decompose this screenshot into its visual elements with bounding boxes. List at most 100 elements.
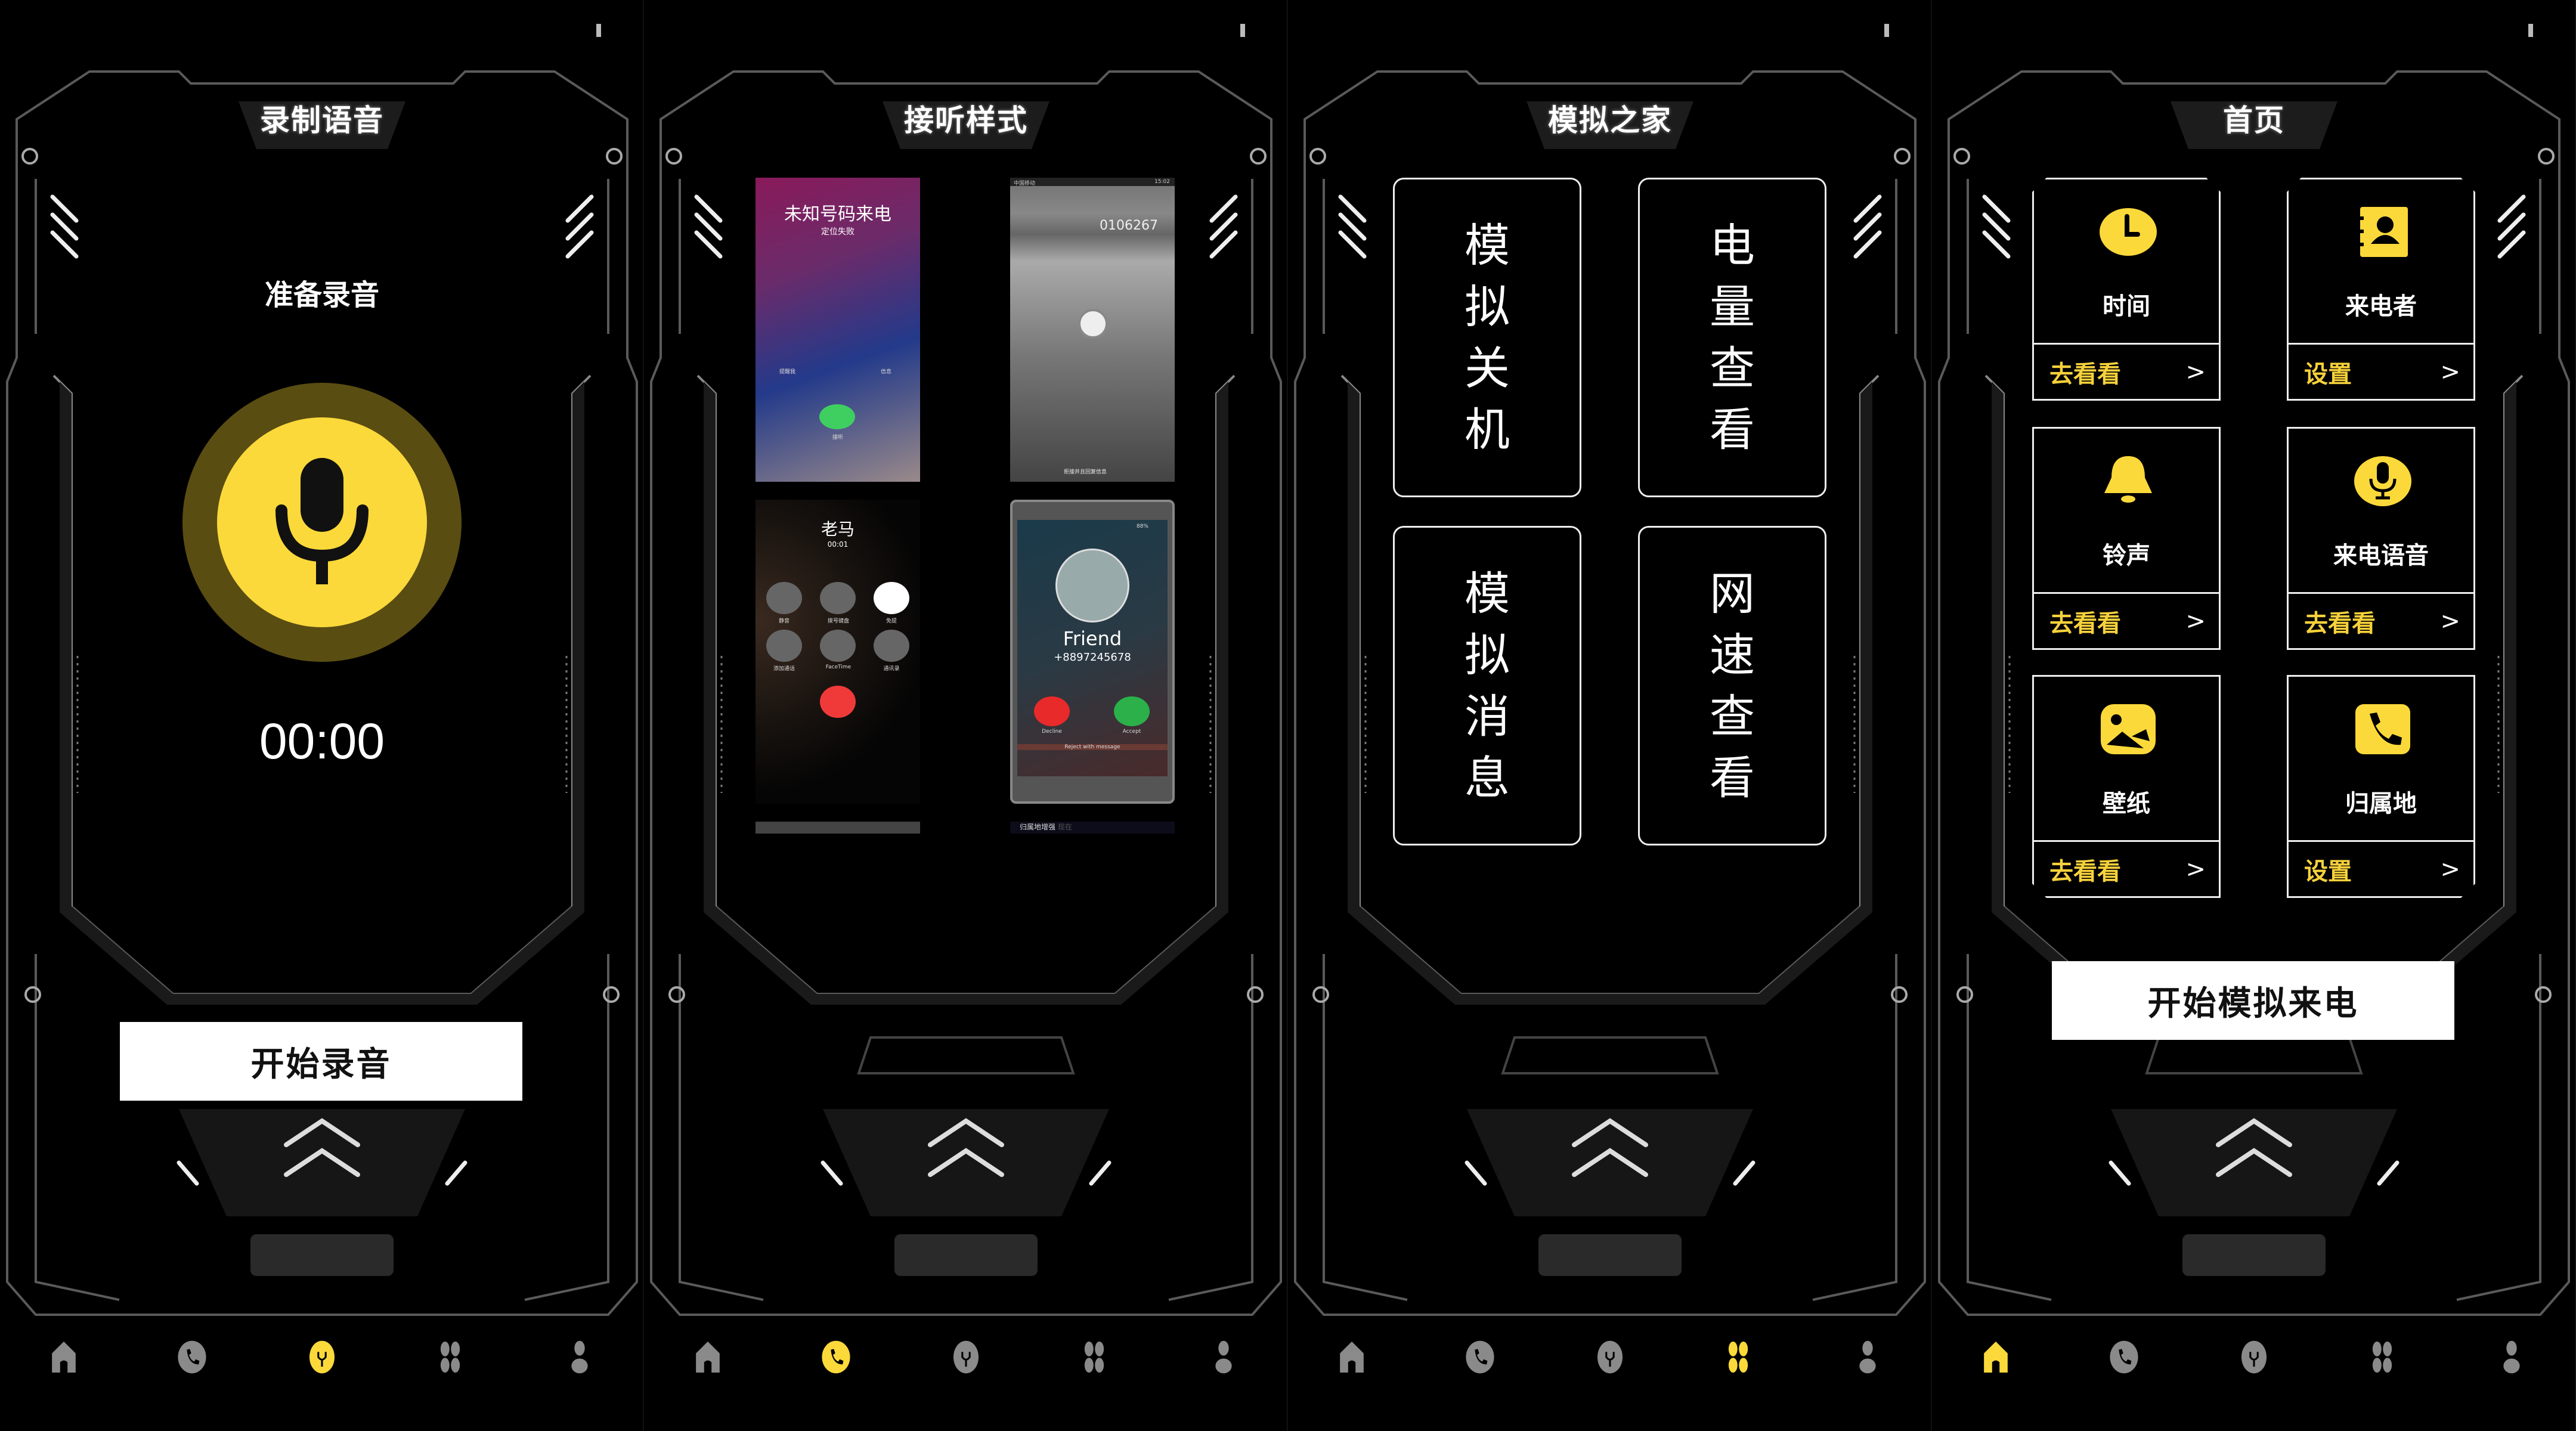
nav-item-home[interactable] (1975, 1333, 2017, 1381)
nav-item-home[interactable] (687, 1333, 729, 1381)
nav-item-mic[interactable] (1589, 1333, 1631, 1381)
nav-item-mic[interactable] (945, 1333, 987, 1381)
person-icon (2503, 1340, 2520, 1374)
page-title: 接听样式 (904, 103, 1028, 138)
frame-decoration (1932, 0, 2575, 1431)
chevron-right-icon: > (2185, 855, 2206, 883)
feature-action-label: 去看看 (2304, 609, 2376, 637)
phone-icon (2110, 1340, 2138, 1374)
nav-item-home[interactable] (43, 1333, 85, 1381)
status-indicator (1884, 24, 1889, 37)
nav-item-person[interactable] (1203, 1333, 1244, 1381)
mic-icon (275, 458, 369, 584)
chevron-right-icon: > (2440, 358, 2460, 386)
feature-label: 铃声 (2103, 542, 2150, 569)
bottom-nav (644, 1333, 1287, 1381)
start-recording-button[interactable]: 开始录音 (120, 1022, 522, 1101)
status-indicator (596, 24, 601, 37)
home-icon (1984, 1341, 2008, 1373)
feature-label: 来电者 (2345, 293, 2417, 320)
grid-icon (2372, 1341, 2392, 1373)
feature-card[interactable]: 来电语音 去看看 > (2287, 427, 2475, 650)
feature-action-button[interactable]: 设置 > (2289, 343, 2473, 399)
nav-item-person[interactable] (559, 1333, 600, 1381)
frame-decoration (644, 0, 1287, 1431)
answer-icon (819, 404, 855, 429)
bottom-nav (1288, 1333, 1931, 1381)
footer-label: 归属地增强 (1020, 823, 1056, 831)
feature-card[interactable]: 壁纸 去看看 > (2032, 675, 2221, 898)
person-icon (571, 1340, 588, 1374)
add-call-button (766, 630, 802, 662)
card-char: 看 (1710, 403, 1755, 456)
facetime-button (820, 630, 856, 662)
nav-item-person[interactable] (1847, 1333, 1888, 1381)
mute-label: 静音 (778, 618, 789, 624)
decline-icon (1034, 696, 1070, 726)
grid-icon (1728, 1341, 1748, 1373)
grid-icon (1084, 1341, 1104, 1373)
feature-action-button[interactable]: 设置 > (2289, 840, 2473, 896)
nav-item-home[interactable] (1331, 1333, 1373, 1381)
chevron-right-icon: > (2185, 358, 2206, 386)
style-thumbnail-1[interactable]: 未知号码来电 定位失败 提醒我 信息 接听 (756, 178, 920, 482)
nav-item-grid[interactable] (1717, 1333, 1759, 1381)
feature-action-button[interactable]: 去看看 > (2034, 592, 2219, 648)
feature-card[interactable]: 铃声 去看看 > (2032, 427, 2221, 650)
nav-item-grid[interactable] (429, 1333, 471, 1381)
card-char: 查 (1710, 342, 1755, 395)
reply-label: 拒接并且回复信息 (1064, 469, 1107, 475)
contact-book-icon (2353, 202, 2413, 262)
battery-check-card[interactable]: 电量查看 (1638, 178, 1826, 497)
speaker-label: 免提 (886, 618, 897, 624)
nav-item-phone[interactable] (1459, 1333, 1501, 1381)
add-call-label: 添加通话 (773, 666, 795, 672)
style-thumbnail-3[interactable]: 老马 00:01 静音 拨号键盘 免提 添加通话 FaceTime 通讯录 (756, 500, 920, 804)
style-thumbnail-4[interactable]: 88% Friend +8897245678 Decline Accept Re… (1010, 500, 1175, 804)
hangup-icon (820, 686, 856, 718)
accept-icon (1114, 696, 1150, 726)
card-char: 模 (1465, 567, 1510, 620)
panel-home: 首页 时间 去看看 > 来电者 设置 > 铃声 去看看 > 来电语音 去看看 > 壁纸 … (1932, 0, 2576, 1431)
bottom-nav (1932, 1333, 2575, 1381)
start-simulated-call-button[interactable]: 开始模拟来电 (2052, 961, 2454, 1040)
record-timer: 00:00 (259, 713, 385, 769)
feature-action-button[interactable]: 去看看 > (2034, 343, 2219, 399)
phone-icon (1078, 309, 1108, 339)
status-indicator (2528, 24, 2533, 37)
nav-item-grid[interactable] (2361, 1333, 2403, 1381)
person-icon (1859, 1340, 1876, 1374)
card-char: 量 (1710, 280, 1755, 333)
simulate-shutdown-card[interactable]: 模拟关机 (1393, 178, 1581, 497)
card-char: 电 (1710, 219, 1755, 272)
caller-number: 0106267 (1100, 218, 1158, 233)
style-thumbnail-2[interactable]: 中国移动 15:02 0106267 拒接并且回复信息 (1010, 178, 1175, 482)
nav-item-phone[interactable] (171, 1333, 213, 1381)
wallpaper-icon (2098, 699, 2158, 759)
feature-card[interactable]: 时间 去看看 > (2032, 178, 2221, 401)
grid-icon (440, 1341, 460, 1373)
nav-item-person[interactable] (2491, 1333, 2532, 1381)
keypad-button (820, 582, 856, 614)
feature-action-button[interactable]: 去看看 > (2034, 840, 2219, 896)
record-status: 准备录音 (264, 278, 379, 312)
network-speed-card[interactable]: 网速查看 (1638, 526, 1826, 845)
nav-item-grid[interactable] (1073, 1333, 1115, 1381)
nav-item-phone[interactable] (815, 1333, 857, 1381)
feature-card[interactable]: 归属地 设置 > (2287, 675, 2475, 898)
avatar (1055, 549, 1129, 622)
simulate-message-card[interactable]: 模拟消息 (1393, 526, 1581, 845)
nav-item-mic[interactable] (2233, 1333, 2275, 1381)
contacts-button (874, 630, 909, 662)
page-title: 录制语音 (260, 103, 384, 138)
status-time: 15:02 (1154, 179, 1170, 185)
record-mic-button[interactable] (182, 383, 462, 662)
feature-card[interactable]: 来电者 设置 > (2287, 178, 2475, 401)
footer-sub: 现在 (1057, 823, 1072, 831)
contacts-label: 通讯录 (883, 666, 900, 672)
feature-action-button[interactable]: 去看看 > (2289, 592, 2473, 648)
card-char: 机 (1465, 403, 1510, 456)
bottom-nav (0, 1333, 643, 1381)
nav-item-mic[interactable] (301, 1333, 343, 1381)
nav-item-phone[interactable] (2103, 1333, 2145, 1381)
